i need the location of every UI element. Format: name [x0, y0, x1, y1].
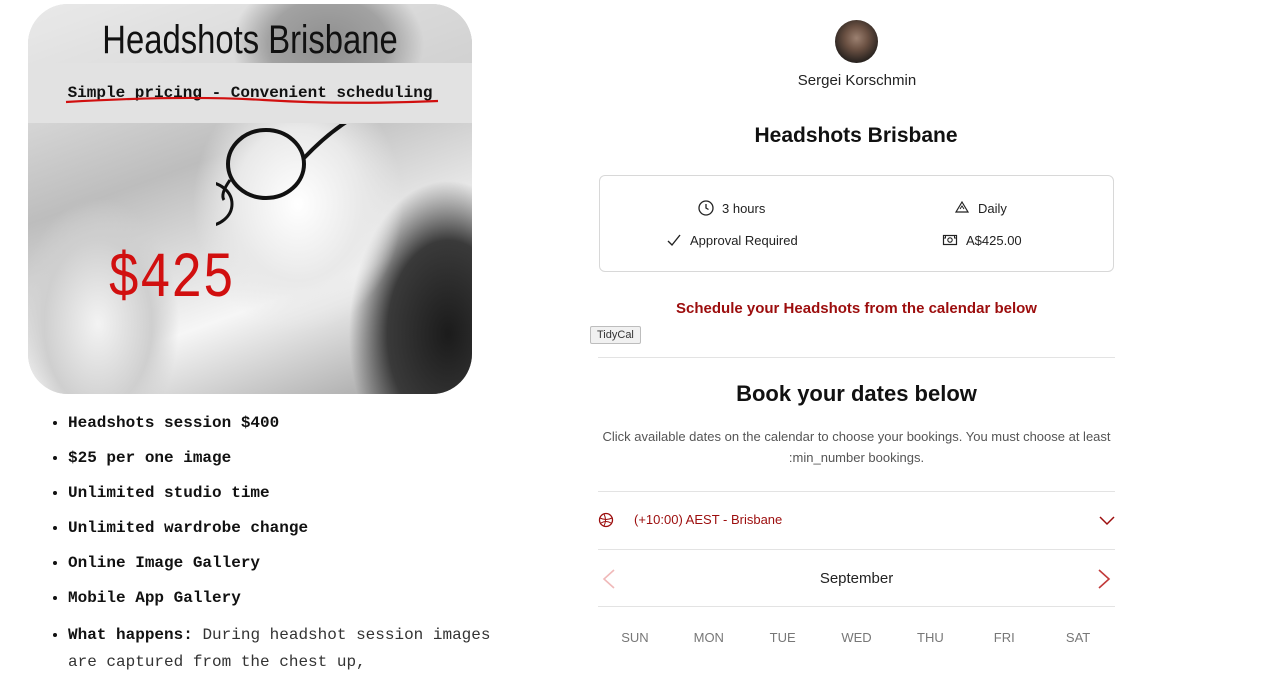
feature-text: Mobile App Gallery	[68, 589, 241, 607]
weekday-label: SAT	[1065, 630, 1091, 645]
feature-item: Online Image Gallery	[68, 552, 508, 574]
feature-label: What happens:	[68, 626, 193, 644]
weekday-label: SUN	[621, 630, 649, 645]
avatar	[835, 20, 878, 63]
divider	[598, 357, 1115, 358]
chevron-down-icon[interactable]	[1099, 512, 1115, 528]
approval-detail: Approval Required	[666, 232, 798, 248]
promo-title: Headshots Brisbane	[102, 18, 398, 62]
weekday-label: MON	[693, 630, 724, 645]
host-name: Sergei Korschmin	[797, 72, 917, 89]
booking-description-line-1: Click available dates on the calendar to…	[602, 429, 1111, 444]
feature-text: Headshots session $400	[68, 414, 280, 432]
check-icon	[667, 234, 681, 247]
duration-detail: 3 hours	[698, 200, 765, 216]
feature-item: What happens: During headshot session im…	[68, 622, 508, 676]
feature-text: Online Image Gallery	[68, 554, 261, 572]
event-title: Headshots Brisbane	[754, 124, 958, 147]
feature-text: $25 per one image	[68, 449, 232, 467]
booking-title: Book your dates below	[736, 381, 977, 406]
schedule-callout: Schedule your Headshots from the calenda…	[676, 300, 1037, 317]
price-label: A$425.00	[966, 232, 1022, 248]
frequency-label: Daily	[978, 200, 1007, 216]
money-icon	[942, 234, 958, 246]
booking-description-line-2: :min_number bookings.	[788, 450, 925, 465]
feature-text: Unlimited studio time	[68, 484, 270, 502]
chevron-right-icon[interactable]	[1095, 568, 1113, 590]
timezone-label: (+10:00) AEST - Brisbane	[634, 512, 783, 527]
clock-icon	[698, 200, 714, 216]
feature-item: $25 per one image	[68, 447, 508, 469]
duration-label: 3 hours	[722, 200, 766, 216]
timezone-selector[interactable]: (+10:00) AEST - Brisbane	[598, 492, 1115, 549]
recycle-icon	[954, 200, 970, 213]
price-detail: A$425.00	[942, 232, 1022, 248]
glasses-illustration	[216, 124, 347, 226]
frequency-detail: Daily	[954, 200, 1007, 216]
divider	[598, 606, 1115, 607]
booking-description: Click available dates on the calendar to…	[598, 426, 1115, 468]
globe-icon	[598, 512, 614, 528]
weekday-header: SUN MON TUE WED THU FRI SAT	[598, 630, 1115, 645]
feature-text: Unlimited wardrobe change	[68, 519, 309, 537]
feature-item: Unlimited wardrobe change	[68, 517, 508, 539]
month-label: September	[819, 570, 894, 587]
feature-list: Headshots session $400 $25 per one image…	[48, 412, 508, 689]
weekday-label: THU	[917, 630, 944, 645]
month-navigation: September	[598, 550, 1115, 607]
underline-stroke	[65, 96, 439, 104]
promo-banner: Headshots Brisbane Simple pricing - Conv…	[28, 4, 472, 394]
weekday-label: WED	[841, 630, 872, 645]
promo-price: $425	[108, 244, 234, 316]
event-details-card: 3 hours Daily Approval Required A$425.00	[599, 175, 1114, 272]
tidycal-tag: TidyCal	[590, 326, 641, 344]
weekday-label: TUE	[769, 630, 796, 645]
feature-item: Headshots session $400	[68, 412, 508, 434]
approval-label: Approval Required	[690, 232, 798, 248]
feature-item: Mobile App Gallery	[68, 587, 508, 609]
feature-item: Unlimited studio time	[68, 482, 508, 504]
weekday-label: FRI	[993, 630, 1015, 645]
